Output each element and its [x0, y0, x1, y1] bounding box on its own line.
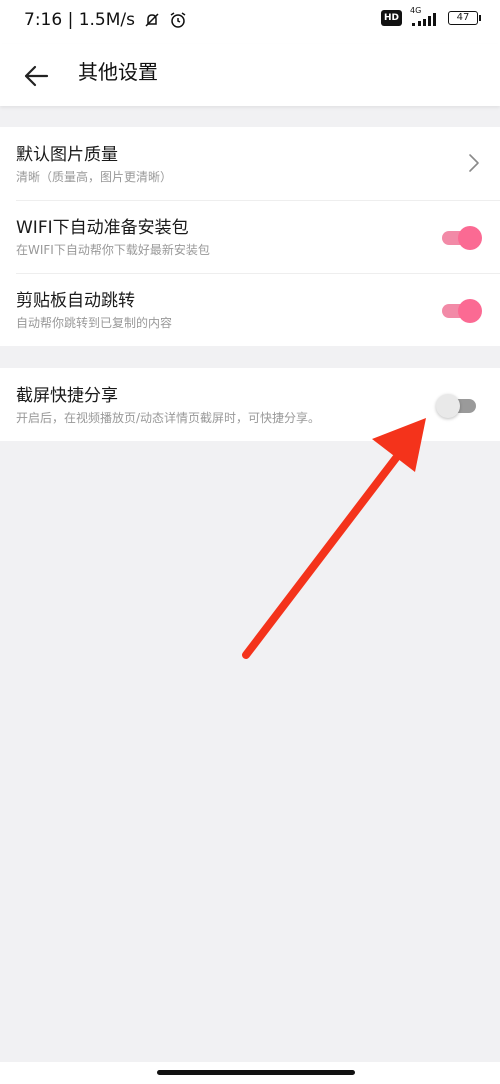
setting-title: 截屏快捷分享	[16, 386, 118, 406]
settings-group-general: 默认图片质量 清晰（质量高，图片更清晰） WIFI下自动准备安装包 在WIFI下…	[0, 127, 500, 346]
network-type: 4G	[410, 6, 422, 15]
battery-indicator: 47	[448, 11, 481, 25]
notifications-off-icon	[145, 13, 159, 27]
annotation-arrow-shaft	[242, 454, 400, 659]
setting-subtitle: 清晰（质量高，图片更清晰）	[16, 170, 173, 184]
setting-screenshot-share: 截屏快捷分享 开启后，在视频播放页/动态详情页截屏时，可快捷分享。	[0, 368, 500, 441]
setting-subtitle: 自动帮你跳转到已复制的内容	[16, 316, 173, 330]
setting-subtitle: 在WIFI下自动帮你下载好最新安装包	[16, 243, 210, 257]
toggle-knob	[436, 394, 460, 418]
setting-clipboard-jump: 剪贴板自动跳转 自动帮你跳转到已复制的内容	[0, 273, 500, 346]
alarm-clock-icon	[170, 12, 186, 28]
status-bar: 7:16 | 1.5M/s HD 4G 47	[0, 0, 500, 44]
toggle-knob	[458, 226, 482, 250]
back-arrow-icon	[24, 65, 49, 87]
app-header: 其他设置	[0, 44, 500, 106]
screenshot-share-toggle[interactable]	[436, 393, 480, 418]
signal-icon: 4G	[410, 6, 440, 26]
time-speed: 7:16 | 1.5M/s	[24, 10, 135, 30]
home-indicator[interactable]	[157, 1070, 355, 1075]
back-button[interactable]	[18, 58, 54, 94]
status-right: HD 4G 47	[380, 6, 481, 26]
chevron-right-icon	[469, 154, 479, 172]
hd-badge: HD	[380, 10, 402, 26]
settings-group-share: 截屏快捷分享 开启后，在视频播放页/动态详情页截屏时，可快捷分享。	[0, 368, 500, 441]
setting-subtitle: 开启后，在视频播放页/动态详情页截屏时，可快捷分享。	[16, 411, 321, 425]
setting-image-quality[interactable]: 默认图片质量 清晰（质量高，图片更清晰）	[0, 127, 500, 200]
setting-wifi-auto-download: WIFI下自动准备安装包 在WIFI下自动帮你下载好最新安装包	[0, 200, 500, 273]
wifi-auto-download-toggle[interactable]	[440, 225, 482, 250]
clipboard-jump-toggle[interactable]	[440, 298, 482, 323]
setting-title: 默认图片质量	[16, 145, 118, 165]
page-title: 其他设置	[78, 60, 158, 84]
toggle-knob	[458, 299, 482, 323]
status-left: 7:16 | 1.5M/s	[24, 10, 187, 30]
setting-title: 剪贴板自动跳转	[16, 291, 135, 311]
setting-title: WIFI下自动准备安装包	[16, 218, 189, 238]
